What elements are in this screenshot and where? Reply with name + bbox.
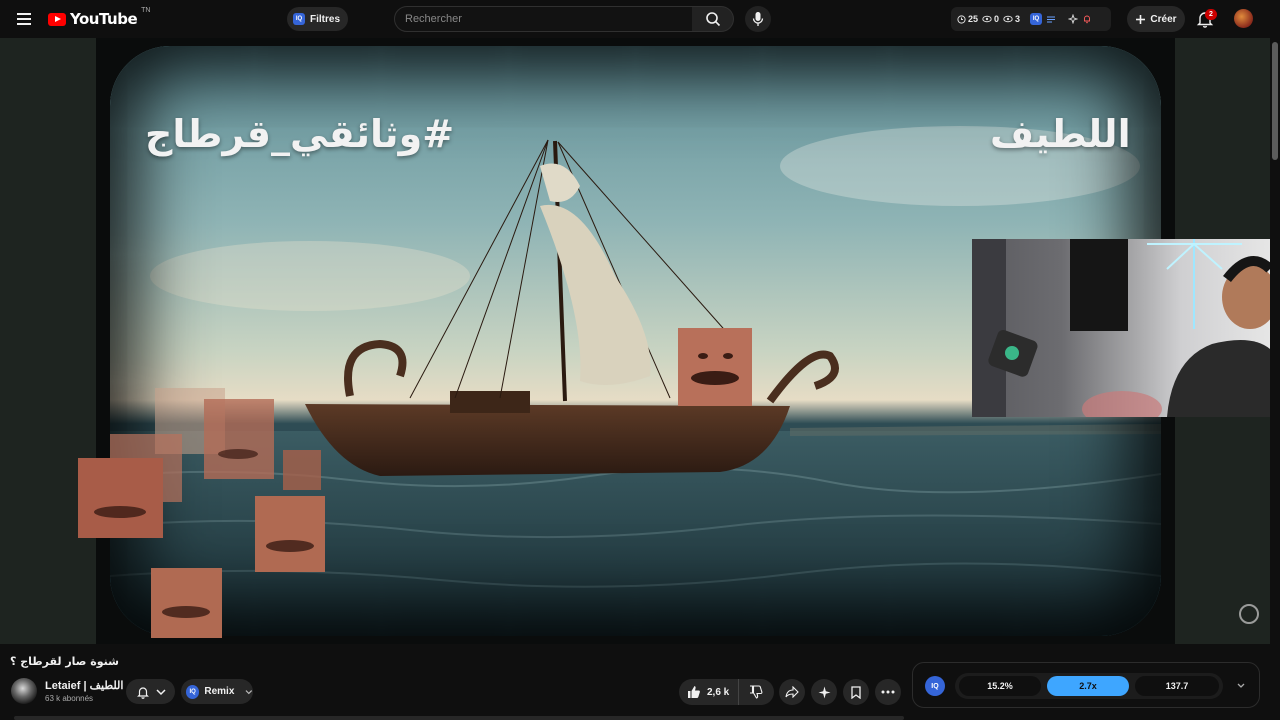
remix-label: Remix <box>204 686 235 697</box>
remix-button[interactable]: IQ Remix <box>181 679 253 704</box>
chevron-down-icon <box>245 689 253 694</box>
clock-icon <box>957 14 966 24</box>
sticker-face-8 <box>678 328 752 406</box>
search-icon <box>705 12 720 27</box>
search-input[interactable] <box>405 13 682 25</box>
page-scrollbar[interactable] <box>1270 38 1280 720</box>
streamer-webcam-overlay <box>972 239 1270 417</box>
menu-icon[interactable] <box>12 9 36 29</box>
thumbs-down-icon <box>750 685 763 699</box>
user-avatar[interactable] <box>1234 9 1253 28</box>
chevron-down-icon[interactable] <box>1235 679 1247 691</box>
share-icon <box>785 686 799 698</box>
stat-views: 3 <box>1003 14 1020 24</box>
sticker-face-5 <box>283 450 321 490</box>
more-horizontal-icon <box>881 690 895 694</box>
microphone-icon <box>752 12 764 26</box>
sparkle-icon[interactable] <box>1068 14 1079 24</box>
search-box[interactable] <box>394 6 693 32</box>
save-button[interactable] <box>843 679 869 705</box>
bookmark-icon <box>851 685 861 699</box>
like-dislike-group: 2,6 k <box>679 679 774 705</box>
dislike-button[interactable] <box>739 679 773 705</box>
channel-avatar[interactable] <box>11 678 37 704</box>
eye-icon <box>1003 15 1013 23</box>
logo-text: YouTube <box>70 10 138 28</box>
speed-option-multiplier[interactable]: 2.7x <box>1047 676 1129 696</box>
description-box-edge <box>14 716 904 720</box>
webcam-scene <box>972 239 1270 417</box>
sticker-collage <box>78 388 325 638</box>
overlay-channel-title: اللطيف <box>990 112 1131 156</box>
search-button[interactable] <box>692 6 734 32</box>
filters-button[interactable]: IQ Filtres <box>287 7 349 31</box>
iq-icon[interactable]: IQ <box>1030 13 1043 25</box>
stat-views-value: 3 <box>1015 14 1021 24</box>
sticker-face-4 <box>78 458 163 538</box>
stat-eye: 0 <box>982 14 999 24</box>
channel-name[interactable]: Letaief | اللطيف <box>45 679 123 692</box>
sticker-face-7 <box>151 568 222 638</box>
eye-icon <box>982 15 992 23</box>
iq-icon: IQ <box>186 684 200 699</box>
sparkle-icon <box>818 686 830 698</box>
plus-icon <box>1136 14 1146 24</box>
voice-search-button[interactable] <box>745 6 771 32</box>
create-label: Créer <box>1150 13 1177 25</box>
extension-stats-bar[interactable]: 25 0 3 IQ <box>951 7 1111 31</box>
chevron-down-icon <box>155 688 166 695</box>
video-title: شنوة صار لقرطاج ؟ <box>10 655 119 668</box>
like-button[interactable]: 2,6 k <box>679 679 739 705</box>
filters-label: Filtres <box>310 13 341 25</box>
more-actions-button[interactable] <box>875 679 901 705</box>
bell-icon <box>136 686 149 699</box>
playback-speed-panel: IQ 15.2% 2.7x 137.7 <box>912 662 1260 708</box>
subscribed-notifications-button[interactable] <box>126 679 175 704</box>
sticker-face-2 <box>204 399 274 479</box>
logo-country-code: TN <box>141 7 151 14</box>
thumbs-up-icon <box>688 686 700 698</box>
youtube-logo[interactable]: YouTube TN <box>48 7 151 29</box>
stat-eye-value: 0 <box>994 14 1000 24</box>
speed-option-percent[interactable]: 15.2% <box>959 676 1041 696</box>
scrollbar-thumb[interactable] <box>1272 42 1278 160</box>
sticker-face-6 <box>255 496 325 572</box>
speed-option-value[interactable]: 137.7 <box>1135 676 1219 696</box>
create-button[interactable]: Créer <box>1127 6 1185 32</box>
stat-watch-value: 25 <box>968 14 979 24</box>
overlay-hashtag-title: #وثائقي_قرطاج <box>145 112 455 156</box>
youtube-play-icon <box>48 12 66 26</box>
iq-icon[interactable]: IQ <box>925 676 945 696</box>
stat-watch: 25 <box>957 14 978 24</box>
video-player[interactable]: اللطيف #وثائقي_قرطاج <box>0 38 1270 644</box>
top-bar: YouTube TN IQ Filtres 25 0 3 IQ Crée <box>0 0 1280 38</box>
bell-off-icon[interactable] <box>1082 14 1092 24</box>
iq-icon: IQ <box>293 13 305 25</box>
queue-icon[interactable] <box>1046 15 1056 24</box>
speed-options-track: 15.2% 2.7x 137.7 <box>955 673 1223 699</box>
ask-ai-button[interactable] <box>811 679 837 705</box>
notification-count-badge: 2 <box>1205 9 1217 20</box>
like-count: 2,6 k <box>707 686 730 698</box>
subscriber-count: 63 k abonnés <box>45 694 94 703</box>
channel-watermark-icon[interactable] <box>1239 604 1259 624</box>
share-button[interactable] <box>779 679 805 705</box>
